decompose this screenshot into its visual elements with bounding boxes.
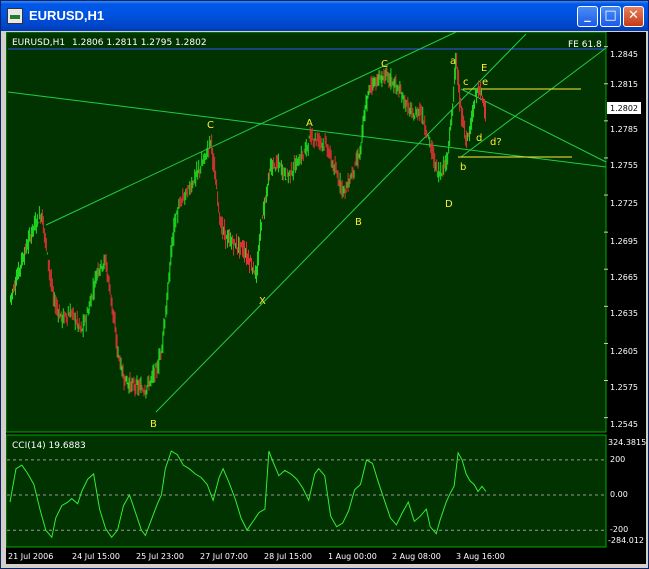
x-tick-label: 1 Aug 00:00 (328, 552, 377, 561)
wave-label: E (481, 63, 487, 74)
x-tick-label: 28 Jul 15:00 (264, 552, 312, 561)
wave-label: b (460, 162, 466, 173)
symbol-label: EURUSD,H1 (12, 38, 65, 48)
cci-tick-label: 200 (610, 455, 625, 464)
wave-label: C (207, 120, 214, 131)
y-tick-label: 1.2725 (610, 199, 638, 208)
wave-label: X (259, 296, 266, 307)
y-tick-label: 1.2815 (610, 80, 638, 89)
wave-label: d (476, 133, 482, 144)
x-tick-label: 21 Jul 2006 (8, 552, 53, 561)
time-axis: 21 Jul 2006 24 Jul 15:00 25 Jul 23:00 27… (8, 552, 505, 561)
x-tick-label: 24 Jul 15:00 (72, 552, 120, 561)
wave-label: B (355, 217, 362, 228)
cci-label: CCI(14) 19.6883 (12, 441, 86, 451)
minimize-button[interactable]: _ (577, 6, 598, 27)
price-axis: 1.2845 1.2815 1.2785 1.2755 1.2725 1.269… (607, 50, 641, 429)
x-tick-label: 3 Aug 16:00 (456, 552, 505, 561)
wave-label: d? (490, 137, 502, 148)
cci-tick-label: 0.00 (610, 490, 628, 499)
maximize-button[interactable]: □ (600, 6, 621, 27)
wave-label: B (150, 419, 157, 430)
chart-window: EURUSD,H1 _ □ ✕ EURUSD,H1 1.2806 1.2811 … (0, 0, 649, 569)
window-title: EURUSD,H1 (29, 8, 105, 23)
cci-max-label: 324.3815 (608, 438, 646, 447)
chart-window-icon[interactable] (7, 8, 23, 24)
current-price-label: 1.2802 (610, 104, 638, 113)
cci-tick-label: -200 (610, 525, 628, 534)
y-tick-label: 1.2845 (610, 50, 638, 59)
x-tick-label: 2 Aug 08:00 (392, 552, 441, 561)
y-tick-label: 1.2785 (610, 125, 638, 134)
wave-label: c (463, 77, 469, 88)
wave-label: e (482, 77, 488, 88)
cci-axis: 324.3815 200 0.00 -200 -284.012 (608, 438, 646, 545)
price-panel (5, 31, 607, 433)
title-bar[interactable]: EURUSD,H1 _ □ ✕ (1, 1, 648, 31)
x-tick-label: 25 Jul 23:00 (136, 552, 184, 561)
x-tick-label: 27 Jul 07:00 (200, 552, 248, 561)
close-button[interactable]: ✕ (623, 6, 644, 27)
y-tick-label: 1.2665 (610, 273, 638, 282)
y-tick-label: 1.2575 (610, 383, 638, 392)
cci-panel (5, 434, 607, 548)
y-tick-label: 1.2605 (610, 347, 638, 356)
price-chart[interactable]: EURUSD,H1 1.2806 1.2811 1.2795 1.2802 FE… (5, 31, 646, 564)
fib-label: FE 61.8 (568, 40, 602, 50)
ohlc-label: 1.2806 1.2811 1.2795 1.2802 (72, 38, 207, 48)
wave-label: C (381, 59, 388, 70)
cci-min-label: -284.012 (608, 536, 644, 545)
wave-label: A (306, 118, 313, 129)
y-tick-label: 1.2755 (610, 161, 638, 170)
wave-label: D (445, 199, 453, 210)
y-tick-label: 1.2695 (610, 237, 638, 246)
y-tick-label: 1.2545 (610, 420, 638, 429)
chart-area[interactable]: EURUSD,H1 1.2806 1.2811 1.2795 1.2802 FE… (5, 31, 646, 564)
wave-label: a (450, 56, 456, 67)
y-tick-label: 1.2635 (610, 309, 638, 318)
